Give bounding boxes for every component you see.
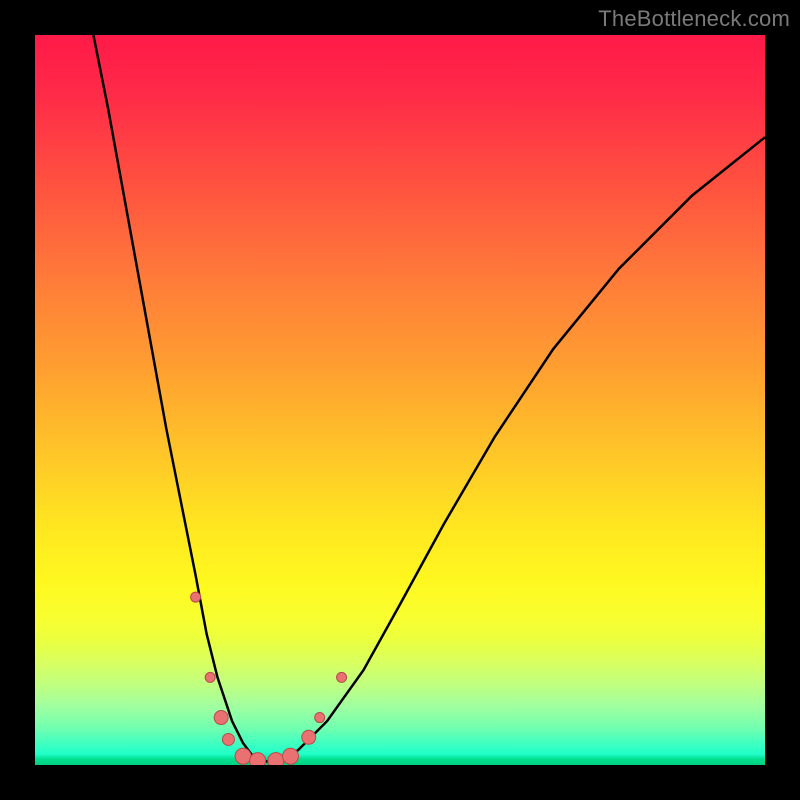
curve-marker xyxy=(283,748,299,764)
curve-marker xyxy=(268,753,284,765)
watermark-text: TheBottleneck.com xyxy=(598,6,790,32)
curve-marker xyxy=(222,733,234,745)
curve-marker xyxy=(191,592,201,602)
curve-svg xyxy=(35,35,765,765)
curve-marker xyxy=(337,672,347,682)
curve-markers xyxy=(191,592,347,765)
curve-marker xyxy=(205,672,215,682)
curve-marker xyxy=(302,730,316,744)
bottleneck-curve xyxy=(93,35,765,761)
curve-marker xyxy=(250,753,266,765)
plot-area xyxy=(35,35,765,765)
curve-marker xyxy=(214,711,228,725)
chart-frame: TheBottleneck.com xyxy=(0,0,800,800)
curve-marker xyxy=(235,748,251,764)
curve-marker xyxy=(315,713,325,723)
